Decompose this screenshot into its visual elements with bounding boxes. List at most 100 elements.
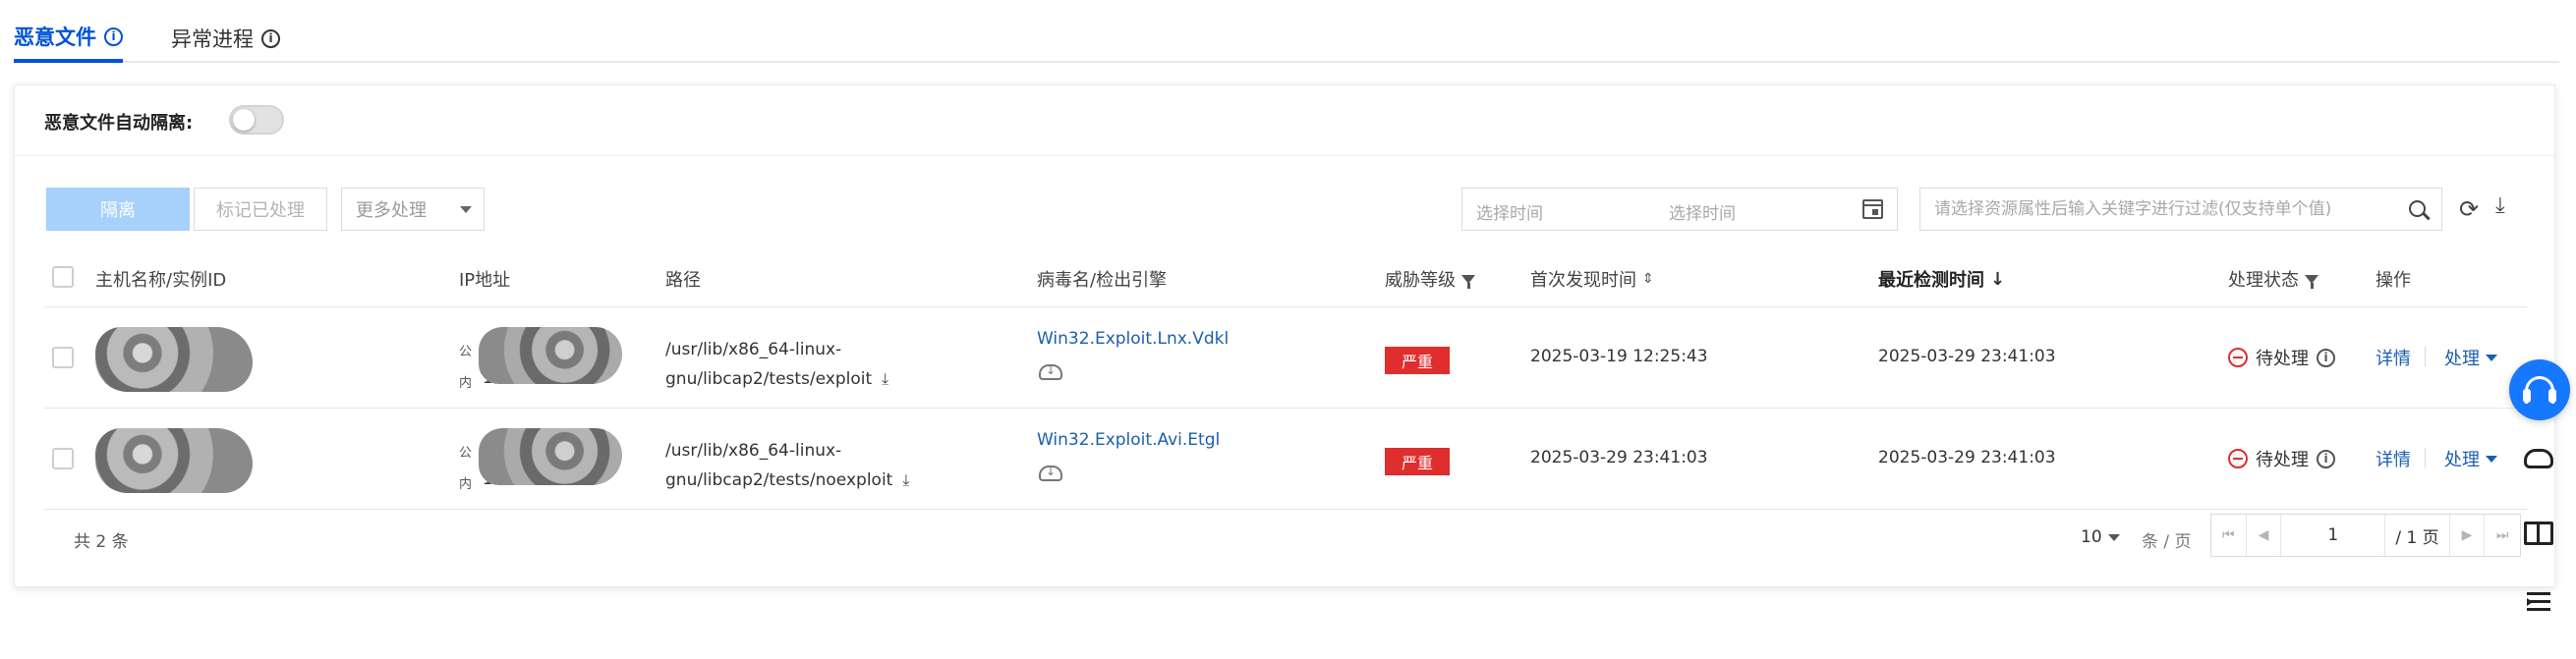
table-row: 公 内 10.0 /usr/lib/x86_64-linux- gnu/libc… xyxy=(44,307,2527,409)
sort-desc-icon[interactable]: ↓ xyxy=(1990,269,2005,290)
action-divider xyxy=(2425,347,2426,366)
search-icon[interactable] xyxy=(2409,200,2426,217)
ip-cell: 公 内 10.0 xyxy=(459,428,626,495)
more-actions-dropdown[interactable]: 更多处理 xyxy=(341,188,485,231)
header-virus: 病毒名/检出引擎 xyxy=(1037,270,1168,291)
auto-quarantine-toggle[interactable] xyxy=(229,105,284,135)
date-range-picker[interactable]: 选择时间 选择时间 xyxy=(1461,188,1898,231)
status-cell: 待处理 i xyxy=(2228,345,2335,370)
info-icon[interactable]: i xyxy=(2317,449,2335,468)
header-host: 主机名称/实例ID xyxy=(95,270,227,291)
page-size-select[interactable]: 10 xyxy=(2081,527,2120,547)
filter-icon[interactable] xyxy=(1461,274,1475,289)
path-line: gnu/libcap2/tests/noexploit xyxy=(665,470,893,490)
header-ip: IP地址 xyxy=(459,270,511,291)
cloud-tool-button[interactable] xyxy=(2522,442,2555,475)
header-first-seen-label: 首次发现时间 xyxy=(1530,270,1636,291)
path-line: /usr/lib/x86_64-linux- xyxy=(665,441,842,461)
download-icon[interactable]: ⤓ xyxy=(882,364,888,394)
cloud-download-icon[interactable] xyxy=(1039,465,1062,481)
auto-quarantine-label: 恶意文件自动隔离: xyxy=(44,113,194,134)
auto-quarantine-bar: 恶意文件自动隔离: xyxy=(15,85,2554,156)
next-page-button[interactable]: ▶ xyxy=(2450,515,2486,556)
redacted-host xyxy=(95,327,253,392)
tab-malicious-files[interactable]: 恶意文件 i xyxy=(14,14,123,63)
header-last-check[interactable]: 最近检测时间 ↓ xyxy=(1878,266,2005,292)
last-check-time: 2025-03-29 23:41:03 xyxy=(1878,347,2056,366)
isolate-button[interactable]: 隔离 xyxy=(46,188,190,231)
severity-badge: 严重 xyxy=(1385,347,1450,374)
header-first-seen[interactable]: 首次发现时间 ⇕ xyxy=(1530,266,1654,292)
status-cell: 待处理 i xyxy=(2228,446,2335,471)
info-icon[interactable]: i xyxy=(261,28,280,48)
row-checkbox[interactable] xyxy=(52,448,74,469)
info-icon[interactable]: i xyxy=(2317,348,2335,367)
detail-link[interactable]: 详情 xyxy=(2376,446,2411,471)
path-cell: /usr/lib/x86_64-linux- gnu/libcap2/tests… xyxy=(665,335,960,394)
book-icon xyxy=(2524,522,2553,545)
action-divider xyxy=(2425,448,2426,467)
row-checkbox[interactable] xyxy=(52,347,74,368)
total-count: 共 2 条 xyxy=(74,532,129,552)
last-check-time: 2025-03-29 23:41:03 xyxy=(1878,448,2056,467)
filter-icon[interactable] xyxy=(2305,274,2318,289)
header-path: 路径 xyxy=(665,270,701,291)
header-status-label: 处理状态 xyxy=(2228,270,2299,291)
cloud-icon xyxy=(2524,449,2553,468)
detail-link[interactable]: 详情 xyxy=(2376,345,2411,370)
date-start-input[interactable]: 选择时间 xyxy=(1476,199,1543,224)
calendar-icon[interactable] xyxy=(1862,199,1883,219)
first-seen-time: 2025-03-19 12:25:43 xyxy=(1530,347,1708,366)
header-action: 操作 xyxy=(2376,270,2411,291)
path-line: /usr/lib/x86_64-linux- xyxy=(665,340,842,359)
path-line: gnu/libcap2/tests/exploit xyxy=(665,369,873,389)
virus-name-link[interactable]: Win32.Exploit.Avi.Etgl xyxy=(1037,430,1220,450)
docs-tool-button[interactable] xyxy=(2522,517,2555,550)
support-button[interactable] xyxy=(2509,359,2570,420)
header-threat-level-label: 威胁等级 xyxy=(1385,270,1456,291)
ip-public-label: 公 xyxy=(459,446,473,461)
process-dropdown[interactable]: 处理 xyxy=(2444,446,2497,471)
download-icon[interactable]: ⤓ xyxy=(902,466,909,495)
select-all-checkbox[interactable] xyxy=(52,266,74,288)
header-status[interactable]: 处理状态 xyxy=(2228,266,2318,292)
status-text: 待处理 xyxy=(2256,450,2309,470)
total-pages: / 1 页 xyxy=(2385,515,2450,556)
per-page-label: 条 / 页 xyxy=(2142,532,2192,552)
tab-malicious-files-label: 恶意文件 xyxy=(14,26,96,49)
virus-name-link[interactable]: Win32.Exploit.Lnx.Vdkl xyxy=(1037,329,1229,349)
header-threat-level[interactable]: 威胁等级 xyxy=(1385,266,1475,292)
list-tool-button[interactable] xyxy=(2522,585,2555,619)
download-icon[interactable]: ⤓ xyxy=(2495,195,2505,217)
process-dropdown[interactable]: 处理 xyxy=(2444,345,2497,370)
last-page-button[interactable]: ⏭ xyxy=(2485,515,2520,556)
page-number-input[interactable] xyxy=(2281,515,2386,556)
prev-page-button[interactable]: ◀ xyxy=(2247,515,2282,556)
malicious-files-card: 恶意文件自动隔离: 隔离 标记已处理 更多处理 选择时间 选择时间 ⟳ ⤓ 主机… xyxy=(14,84,2555,587)
refresh-icon[interactable]: ⟳ xyxy=(2459,197,2479,221)
table-header: 主机名称/实例ID IP地址 路径 病毒名/检出引擎 威胁等级 首次发现时间 ⇕… xyxy=(44,248,2527,307)
mark-processed-button[interactable]: 标记已处理 xyxy=(194,188,327,231)
ip-cell: 公 内 10.0 xyxy=(459,327,626,394)
chevron-down-icon xyxy=(2107,533,2120,541)
process-label: 处理 xyxy=(2444,450,2480,470)
info-icon[interactable]: i xyxy=(104,27,123,46)
tab-bar: 恶意文件 i 异常进程 i xyxy=(14,0,2559,63)
header-last-check-label: 最近检测时间 xyxy=(1878,270,1984,291)
first-page-button[interactable]: ⏮ xyxy=(2211,515,2247,556)
tab-abnormal-processes[interactable]: 异常进程 i xyxy=(171,14,280,63)
pending-status-icon xyxy=(2228,348,2248,367)
redacted-host xyxy=(95,428,253,493)
table-row: 公 内 10.0 /usr/lib/x86_64-linux- gnu/libc… xyxy=(44,409,2527,510)
ip-private-label: 内 xyxy=(459,477,473,492)
path-cell: /usr/lib/x86_64-linux- gnu/libcap2/tests… xyxy=(665,436,960,495)
pager: ⏮ ◀ / 1 页 ▶ ⏭ xyxy=(2210,514,2521,557)
headset-icon xyxy=(2523,376,2556,404)
pending-status-icon xyxy=(2228,449,2248,468)
page-size-value: 10 xyxy=(2081,527,2102,547)
chevron-down-icon xyxy=(2486,455,2497,463)
cloud-download-icon[interactable] xyxy=(1039,363,1062,380)
sort-icon[interactable]: ⇕ xyxy=(1642,271,1654,287)
search-input[interactable] xyxy=(1920,189,2441,230)
date-end-input[interactable]: 选择时间 xyxy=(1669,199,1736,224)
